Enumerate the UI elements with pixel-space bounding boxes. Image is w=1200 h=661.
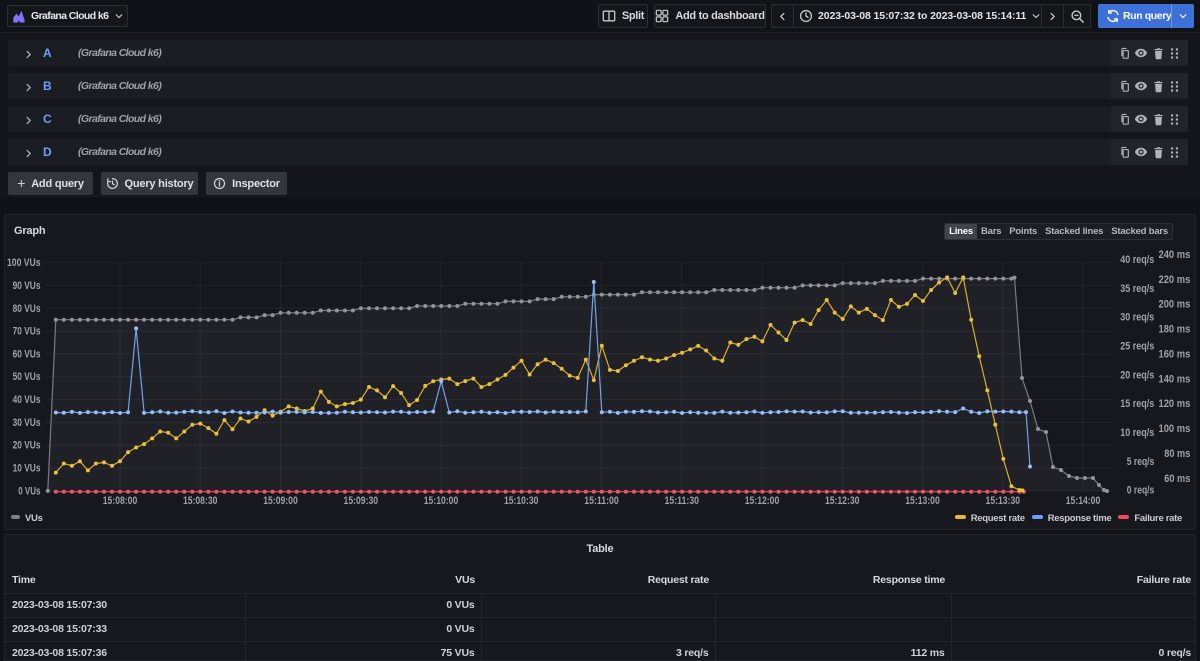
svg-text:220 ms: 220 ms <box>1159 274 1191 286</box>
svg-text:15:11:30: 15:11:30 <box>665 495 700 507</box>
svg-text:25 req/s: 25 req/s <box>1120 341 1154 353</box>
svg-text:15:11:00: 15:11:00 <box>584 495 619 507</box>
svg-text:90 VUs: 90 VUs <box>13 280 41 292</box>
svg-text:15:08:30: 15:08:30 <box>183 495 218 507</box>
svg-text:30 req/s: 30 req/s <box>1120 312 1154 324</box>
svg-text:40 req/s: 40 req/s <box>1120 254 1154 266</box>
svg-text:120 ms: 120 ms <box>1159 398 1191 410</box>
svg-text:100 VUs: 100 VUs <box>7 257 41 269</box>
svg-text:15:10:00: 15:10:00 <box>424 495 459 507</box>
svg-text:60 VUs: 60 VUs <box>13 348 41 360</box>
svg-text:10 req/s: 10 req/s <box>1120 427 1154 439</box>
svg-text:20 VUs: 20 VUs <box>13 440 41 452</box>
svg-text:5 req/s: 5 req/s <box>1127 456 1155 468</box>
svg-text:15:09:00: 15:09:00 <box>263 495 298 507</box>
svg-text:200 ms: 200 ms <box>1159 299 1191 311</box>
svg-text:30 VUs: 30 VUs <box>13 417 41 429</box>
svg-text:40 VUs: 40 VUs <box>13 394 41 406</box>
svg-text:80 VUs: 80 VUs <box>13 303 41 315</box>
svg-text:80 ms: 80 ms <box>1164 448 1190 460</box>
svg-text:35 req/s: 35 req/s <box>1120 283 1154 295</box>
svg-text:180 ms: 180 ms <box>1159 324 1191 336</box>
svg-text:0 req/s: 0 req/s <box>1127 485 1155 497</box>
svg-text:240 ms: 240 ms <box>1159 249 1191 261</box>
svg-text:70 VUs: 70 VUs <box>13 326 41 338</box>
svg-text:15:12:00: 15:12:00 <box>745 495 780 507</box>
svg-text:15:13:00: 15:13:00 <box>905 495 940 507</box>
svg-text:10 VUs: 10 VUs <box>13 463 41 475</box>
svg-text:15:12:30: 15:12:30 <box>825 495 860 507</box>
svg-text:15 req/s: 15 req/s <box>1120 398 1154 410</box>
svg-text:100 ms: 100 ms <box>1159 423 1191 435</box>
svg-text:15:08:00: 15:08:00 <box>103 495 138 507</box>
svg-text:20 req/s: 20 req/s <box>1120 369 1154 381</box>
svg-text:50 VUs: 50 VUs <box>13 371 41 383</box>
svg-text:15:09:30: 15:09:30 <box>344 495 379 507</box>
svg-text:140 ms: 140 ms <box>1159 373 1191 385</box>
svg-text:15:10:30: 15:10:30 <box>504 495 539 507</box>
svg-text:15:13:30: 15:13:30 <box>986 495 1021 507</box>
svg-text:60 ms: 60 ms <box>1164 473 1190 485</box>
svg-text:160 ms: 160 ms <box>1159 348 1191 360</box>
svg-text:0 VUs: 0 VUs <box>18 485 40 497</box>
svg-text:15:14:00: 15:14:00 <box>1066 495 1101 507</box>
